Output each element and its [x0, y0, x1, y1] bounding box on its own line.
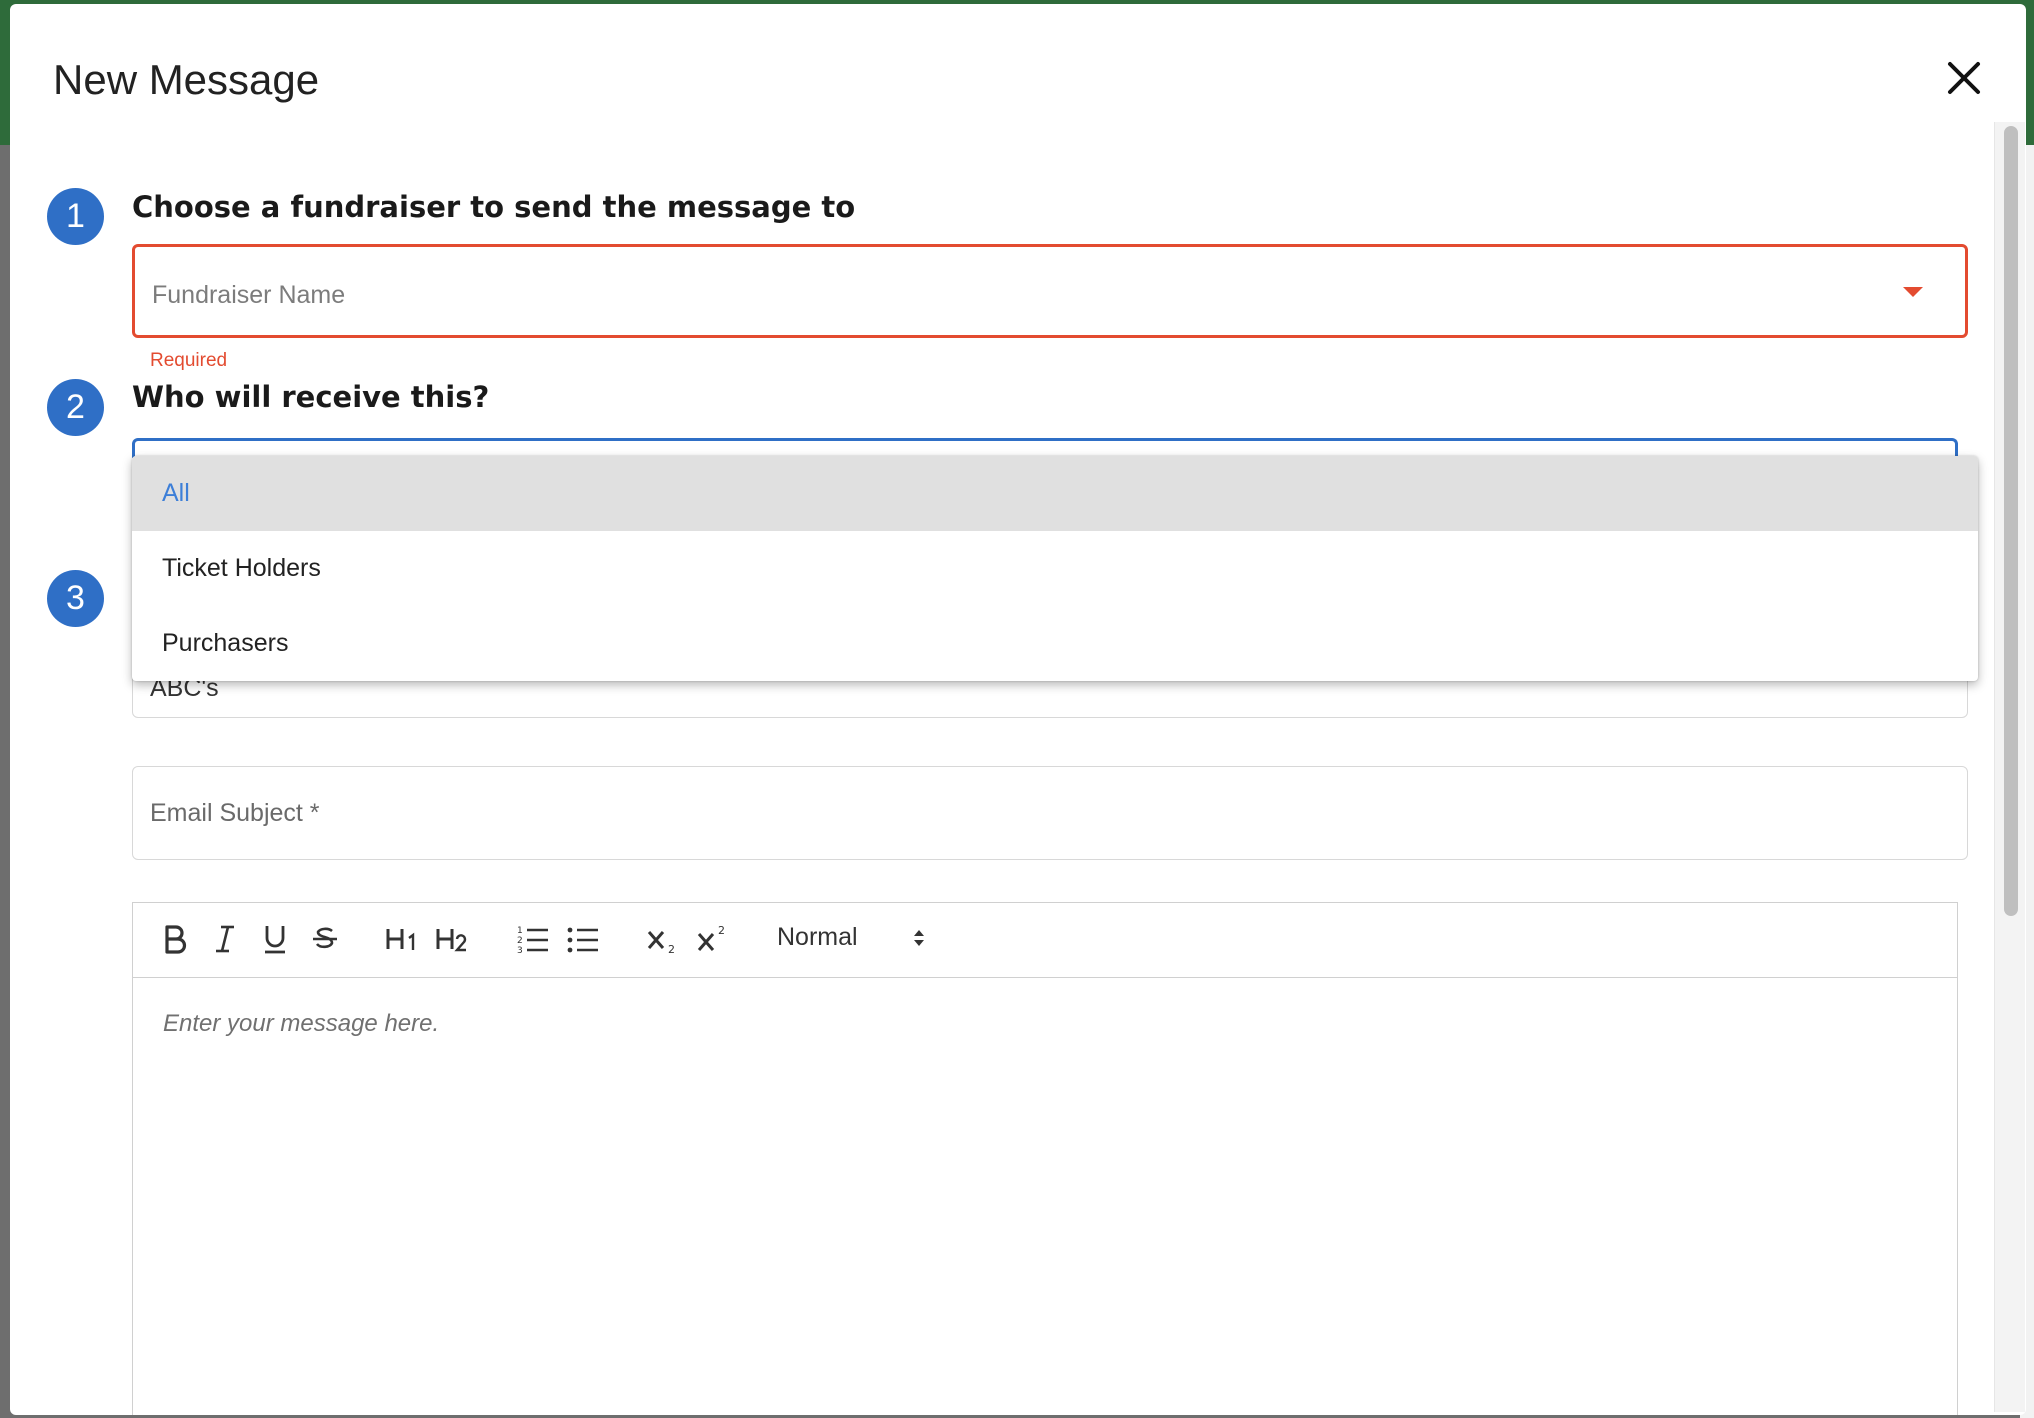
bold-button[interactable] — [157, 919, 193, 959]
caret-down-icon — [1903, 287, 1923, 297]
format-select-value[interactable]: Normal — [777, 923, 858, 952]
subscript-icon: 2 — [647, 931, 675, 954]
close-button[interactable] — [1940, 54, 1988, 102]
chevron-up-down-icon — [914, 930, 924, 946]
ordered-list-icon: 1 2 3 — [517, 926, 548, 954]
svg-text:2: 2 — [668, 943, 675, 954]
fundraiser-placeholder: Fundraiser Name — [152, 281, 346, 309]
italic-button[interactable] — [207, 919, 243, 959]
ordered-list-button[interactable]: 1 2 3 — [513, 919, 553, 959]
step-title-1: Choose a fundraiser to send the message … — [132, 190, 856, 224]
fundraiser-select[interactable]: Fundraiser Name — [132, 244, 1968, 338]
underline-button[interactable] — [257, 919, 293, 959]
step-number-1: 1 — [47, 188, 104, 245]
step-number-2: 2 — [47, 379, 104, 436]
dropdown-option-purchasers[interactable]: Purchasers — [132, 606, 1978, 681]
editor-body[interactable]: Enter your message here. — [133, 978, 1957, 1415]
superscript-icon: 2 — [697, 924, 725, 951]
subscript-button[interactable]: 2 — [643, 919, 683, 959]
superscript-button[interactable]: 2 — [693, 919, 733, 959]
editor-toolbar: 1 2 3 2 2 Normal — [133, 903, 1957, 978]
underline-icon — [265, 926, 285, 954]
format-select-arrows[interactable] — [911, 925, 927, 956]
new-message-modal: New Message 1 Choose a fundraiser to sen… — [10, 4, 2026, 1415]
close-icon — [1948, 62, 1980, 94]
email-subject-input[interactable]: Email Subject * — [132, 766, 1968, 860]
message-editor: 1 2 3 2 2 Normal Enter your message here… — [132, 902, 1958, 1415]
strikethrough-button[interactable] — [307, 919, 343, 959]
svg-text:2: 2 — [718, 924, 725, 937]
editor-placeholder: Enter your message here. — [163, 1010, 440, 1037]
dropdown-option-ticket-holders[interactable]: Ticket Holders — [132, 531, 1978, 606]
strikethrough-icon — [313, 927, 337, 949]
recipient-select[interactable] — [132, 438, 1958, 458]
heading-1-icon — [386, 929, 415, 950]
fundraiser-error-text: Required — [150, 350, 228, 371]
italic-icon — [216, 925, 234, 953]
heading-2-icon — [436, 929, 467, 952]
bullet-list-icon — [567, 927, 598, 953]
recipient-dropdown-menu: All Ticket Holders Purchasers — [132, 456, 1978, 681]
step-title-2: Who will receive this? — [132, 380, 490, 414]
svg-text:2: 2 — [517, 936, 523, 946]
scrollbar-thumb[interactable] — [2004, 126, 2018, 916]
dropdown-option-all[interactable]: All — [132, 456, 1978, 531]
heading-2-button[interactable] — [433, 919, 473, 959]
heading-1-button[interactable] — [383, 919, 423, 959]
svg-text:3: 3 — [517, 946, 523, 954]
step-number-3: 3 — [47, 570, 104, 627]
bullet-list-button[interactable] — [563, 919, 603, 959]
modal-title: New Message — [53, 56, 320, 103]
bold-icon — [165, 925, 187, 954]
svg-text:1: 1 — [517, 926, 523, 936]
email-subject-placeholder: Email Subject * — [150, 799, 320, 827]
